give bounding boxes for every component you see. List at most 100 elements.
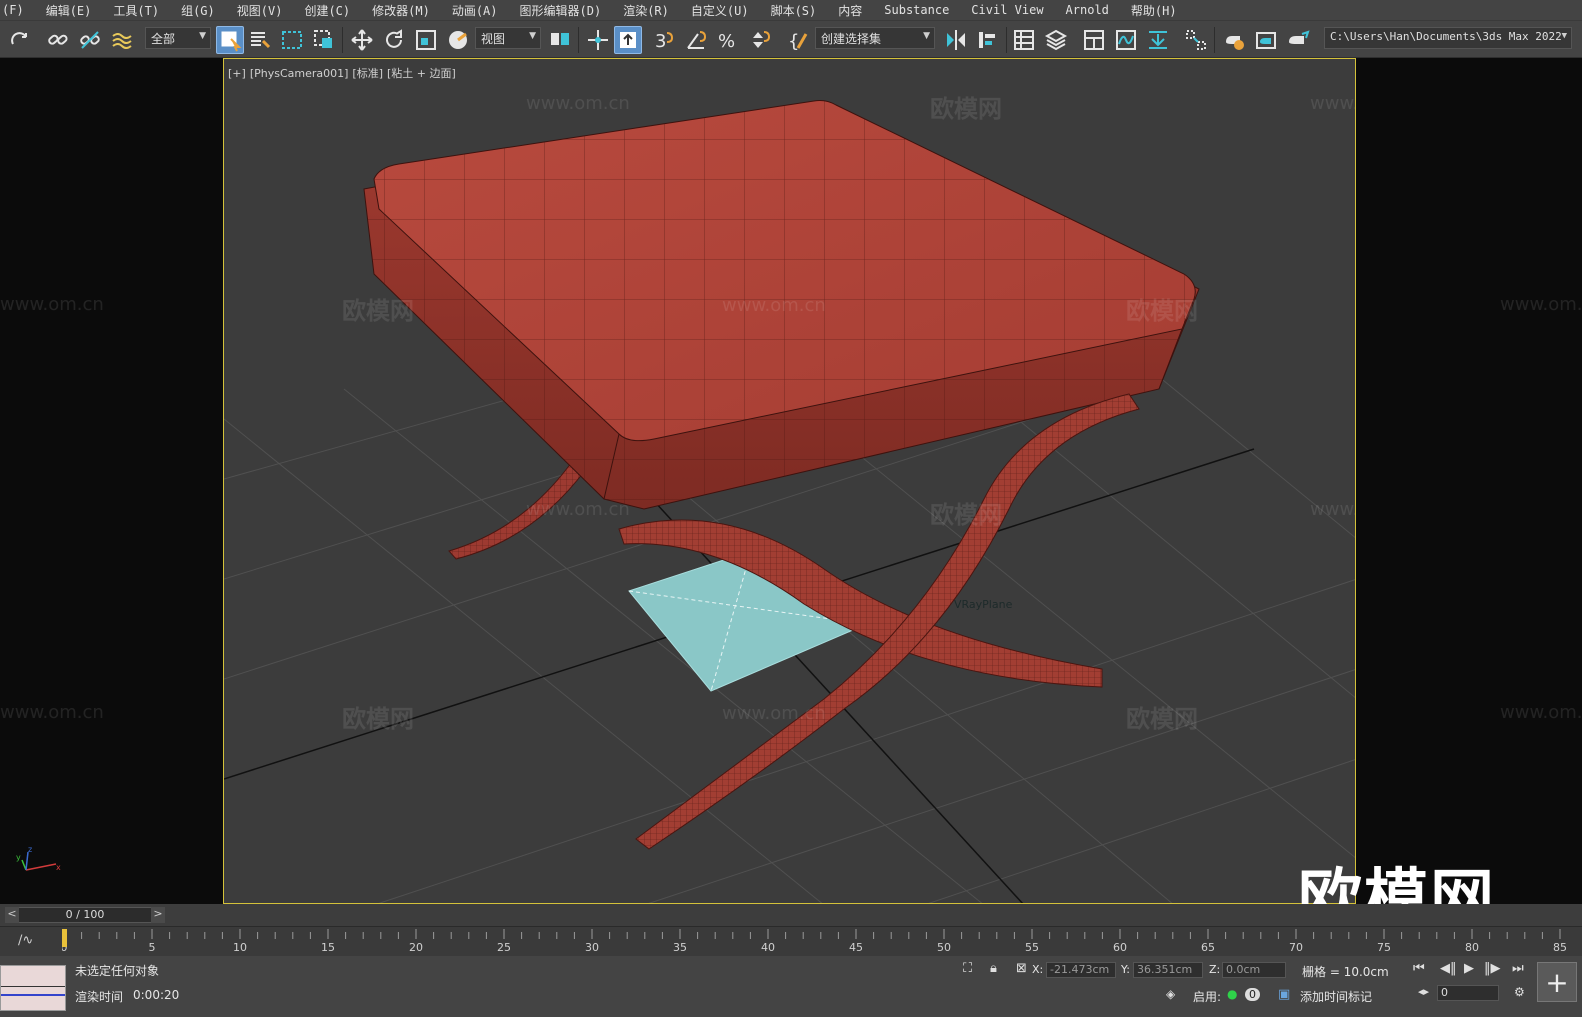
frame-tick-label: 75 [1377, 941, 1391, 954]
menu-civil-view[interactable]: Civil View [960, 3, 1054, 17]
add-time-tag-button[interactable]: 添加时间标记 [1300, 988, 1372, 1005]
time-slider-next-button[interactable]: > [151, 907, 165, 923]
curve-editor-icon[interactable] [1112, 26, 1140, 54]
maxscript-listener-mini[interactable] [0, 965, 66, 1011]
menu-help[interactable]: 帮助(H) [1120, 2, 1188, 19]
render-time-value: 0:00:20 [133, 988, 180, 1002]
viewport-shading[interactable]: [粘土 + 边面] [387, 67, 456, 80]
scene-explorer-icon[interactable] [1010, 26, 1038, 54]
pivot-center-icon[interactable] [546, 26, 574, 54]
layer-explorer-icon[interactable] [1042, 26, 1070, 54]
watermark-url: www.om.cn [1310, 93, 1356, 114]
time-slider-position[interactable]: 0 / 100 [5, 907, 165, 923]
perspective-viewport[interactable]: [+] [PhysCamera001] [标准] [粘土 + 边面] VRayPlan… [223, 58, 1356, 904]
toolbar-divider [1214, 27, 1215, 53]
select-manipulate-icon[interactable] [584, 26, 612, 54]
placement-icon[interactable] [444, 26, 472, 54]
reference-coord-dropdown[interactable]: 视图 ▼ [475, 27, 541, 49]
keyboard-shortcut-override-icon[interactable] [614, 26, 642, 54]
selection-filter-dropdown[interactable]: 全部 ▼ [145, 27, 211, 49]
mini-curve-editor-icon[interactable]: ∕∿ [18, 933, 33, 948]
key-filter-shield-icon[interactable]: ◈ [1166, 987, 1175, 1001]
edit-named-selection-icon[interactable]: { [784, 26, 812, 54]
menu-animation[interactable]: 动画(A) [441, 2, 509, 19]
current-frame-marker[interactable] [62, 929, 67, 947]
frame-tick-label: 55 [1025, 941, 1039, 954]
link-icon[interactable] [44, 26, 72, 54]
bind-spacewarp-icon[interactable] [108, 26, 136, 54]
rendered-frame-window-icon[interactable] [1252, 26, 1280, 54]
play-icon[interactable]: ▶ [1464, 961, 1474, 976]
viewport-camera-name[interactable]: [PhysCamera001] [250, 67, 349, 80]
track-bar[interactable]: ∕∿ 0 5 10 15 20 25 30 35 40 45 50 55 60 65 70 75 80 85 [0, 926, 1582, 956]
vrayplane-object[interactable] [628, 550, 869, 692]
select-object-icon[interactable] [216, 26, 244, 54]
go-to-start-icon[interactable]: ⏮ [1413, 961, 1425, 976]
ribbon-toggle-icon[interactable] [1080, 26, 1108, 54]
z-coord-field[interactable]: 0.0cm [1222, 962, 1286, 978]
selection-lock-icon[interactable]: 🔒︎ [990, 961, 997, 976]
time-slider[interactable]: 0 / 100 < > [0, 904, 1582, 926]
unlink-icon[interactable] [76, 26, 104, 54]
render-production-icon[interactable] [1284, 26, 1312, 54]
menu-modifiers[interactable]: 修改器(M) [361, 2, 441, 19]
snaps-toggle-icon[interactable]: 3 [650, 26, 678, 54]
menu-group[interactable]: 组(G) [170, 2, 226, 19]
y-coord-field[interactable]: 36.351cm [1133, 962, 1203, 978]
menu-arnold[interactable]: Arnold [1055, 3, 1120, 17]
mirror-icon[interactable] [942, 26, 970, 54]
menu-substance[interactable]: Substance [873, 3, 960, 17]
frame-spinner-arrows-icon[interactable]: ◂▸ [1418, 985, 1429, 998]
project-path-dropdown[interactable]: C:\Users\Han\Documents\3ds Max 2022 ▼ [1324, 27, 1572, 49]
angle-snap-icon[interactable] [682, 26, 710, 54]
frame-ruler[interactable]: 0 5 10 15 20 25 30 35 40 45 50 55 60 65 70 75 80 85 [62, 927, 1572, 957]
scale-icon[interactable] [412, 26, 440, 54]
time-config-icon[interactable]: ⚙ [1514, 985, 1525, 999]
menu-customize[interactable]: 自定义(U) [680, 2, 760, 19]
menu-create[interactable]: 创建(C) [293, 2, 361, 19]
window-crossing-icon[interactable] [310, 26, 338, 54]
material-editor-icon[interactable] [1182, 26, 1210, 54]
go-to-end-icon[interactable]: ⏭ [1512, 961, 1524, 976]
menu-graph-editors[interactable]: 图形编辑器(D) [509, 2, 613, 19]
menu-file[interactable]: (F) [0, 3, 35, 17]
schematic-view-icon[interactable] [1144, 26, 1172, 54]
set-key-button[interactable]: + [1537, 962, 1577, 1002]
redo-icon[interactable] [6, 26, 34, 54]
named-selection-dropdown[interactable]: 创建选择集 ▼ [815, 27, 935, 49]
svg-text:y: y [16, 853, 21, 862]
menu-content[interactable]: 内容 [827, 2, 873, 19]
enable-count-badge[interactable]: 0 [1245, 988, 1260, 1001]
time-tag-cube-icon[interactable]: ▣ [1278, 987, 1290, 1002]
frame-tick-label: 70 [1289, 941, 1303, 954]
rotate-icon[interactable] [380, 26, 408, 54]
absolute-relative-toggle-icon[interactable]: ⊠ [1016, 961, 1027, 976]
viewport-label[interactable]: [+] [PhysCamera001] [标准] [粘土 + 边面] [228, 65, 460, 81]
align-icon[interactable] [974, 26, 1002, 54]
x-coord-field[interactable]: -21.473cm [1046, 962, 1116, 978]
max-app-window: { "menu": ["(F)", "编辑(E)", "工具(T)", "组(G… [0, 0, 1582, 1017]
render-setup-icon[interactable] [1220, 26, 1248, 54]
chevron-down-icon: ▼ [1561, 31, 1567, 41]
select-by-name-icon[interactable] [246, 26, 274, 54]
scene-canvas[interactable] [224, 59, 1356, 904]
menu-edit[interactable]: 编辑(E) [35, 2, 103, 19]
isolate-selection-icon[interactable]: ⛶ [963, 961, 972, 976]
spinner-snap-icon[interactable] [746, 26, 774, 54]
current-frame-field[interactable]: 0 [1437, 985, 1499, 1001]
next-frame-icon[interactable]: ‖▶ [1484, 961, 1501, 976]
rect-selection-region-icon[interactable] [278, 26, 306, 54]
viewport-mode[interactable]: [标准] [352, 67, 383, 80]
previous-frame-icon[interactable]: ◀‖ [1440, 961, 1457, 976]
menu-views[interactable]: 视图(V) [226, 2, 294, 19]
named-selection-value: 创建选择集 [821, 32, 882, 46]
watermark-text: 欧模网 [930, 501, 1002, 529]
time-slider-prev-button[interactable]: < [5, 907, 19, 923]
move-icon[interactable] [348, 26, 376, 54]
viewport-menu-plus[interactable]: [+] [228, 67, 246, 80]
menu-rendering[interactable]: 渲染(R) [612, 2, 680, 19]
svg-text:{: { [788, 31, 799, 52]
menu-scripting[interactable]: 脚本(S) [760, 2, 828, 19]
menu-tools[interactable]: 工具(T) [102, 2, 170, 19]
percent-snap-icon[interactable]: % [714, 26, 742, 54]
